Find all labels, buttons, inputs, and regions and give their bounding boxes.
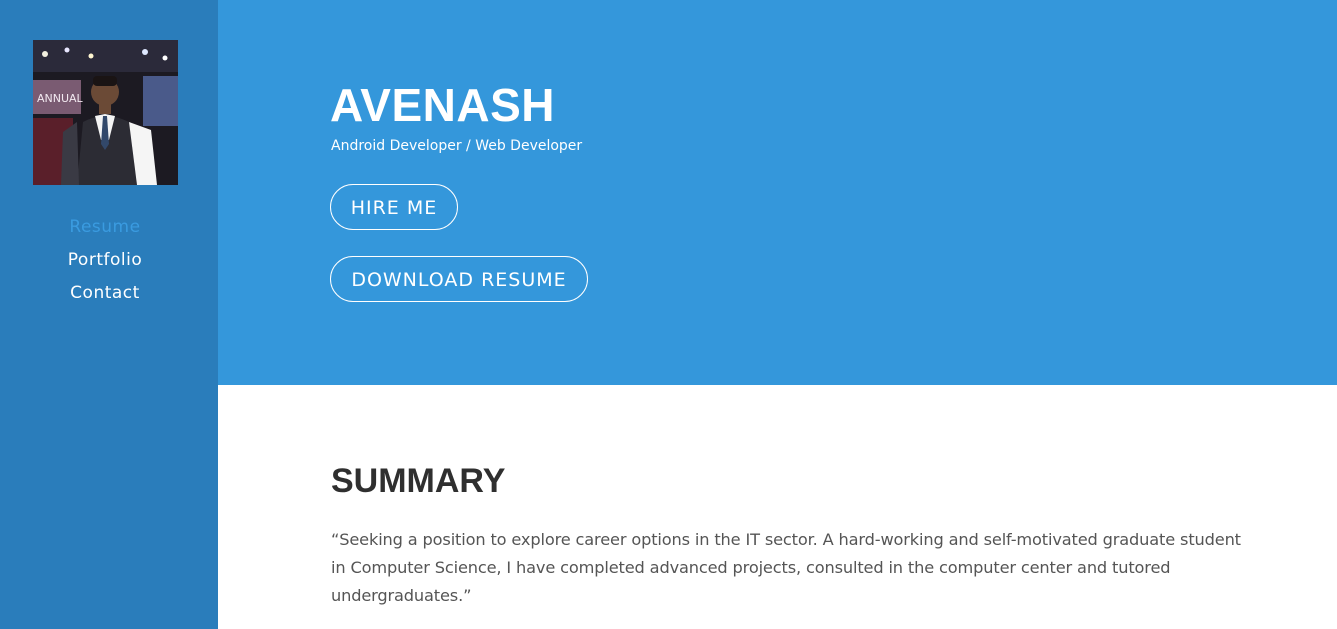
hero-section: AVENASH Android Developer / Web Develope… <box>218 0 1337 385</box>
sidebar-item-resume[interactable]: Resume <box>0 214 210 247</box>
hire-me-button[interactable]: HIRE ME <box>330 184 458 230</box>
profile-photo-icon: ANNUAL <box>33 40 178 185</box>
avatar: ANNUAL <box>33 40 178 185</box>
sidebar: ANNUAL Resume Portfolio Contact <box>0 0 218 629</box>
summary-heading: SUMMARY <box>331 462 506 500</box>
sidebar-nav: Resume Portfolio Contact <box>0 214 210 313</box>
profile-subtitle: Android Developer / Web Developer <box>331 138 583 154</box>
download-resume-button[interactable]: DOWNLOAD RESUME <box>330 256 588 302</box>
sidebar-item-contact[interactable]: Contact <box>0 280 210 313</box>
sidebar-item-portfolio[interactable]: Portfolio <box>0 247 210 280</box>
svg-text:ANNUAL: ANNUAL <box>37 92 84 105</box>
summary-text: “Seeking a position to explore career op… <box>331 530 1241 605</box>
page: ANNUAL Resume Portfolio Contact AVENASH … <box>0 0 1337 629</box>
profile-name: AVENASH <box>330 79 556 131</box>
